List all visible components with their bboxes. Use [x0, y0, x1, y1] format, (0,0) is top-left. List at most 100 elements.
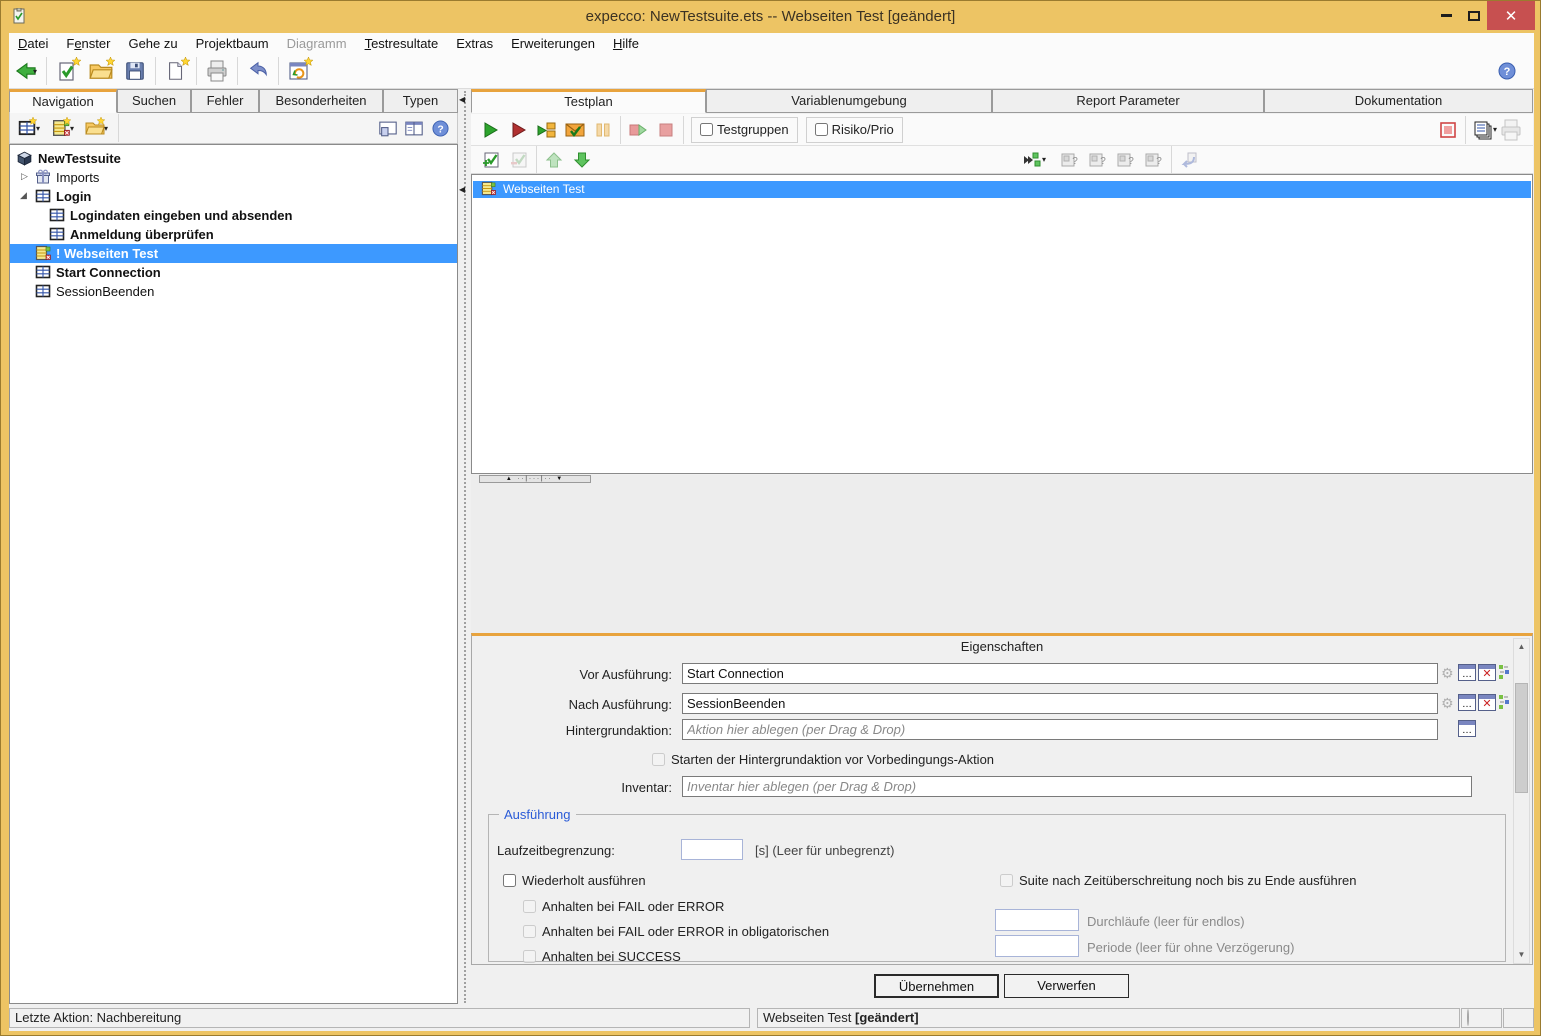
copies-button[interactable] [1469, 117, 1497, 143]
nach-assign-icon[interactable] [1498, 694, 1510, 710]
tab-variablenumgebung[interactable]: Variablenumgebung [706, 89, 992, 113]
undo-button[interactable] [241, 56, 275, 86]
run-with-error-button[interactable] [505, 117, 533, 143]
vor-ausfuehrung-input[interactable] [682, 663, 1438, 684]
hintergrund-browse-button[interactable]: … [1458, 720, 1476, 737]
vor-assign-icon[interactable] [1498, 664, 1510, 680]
tab-testplan[interactable]: Testplan [471, 89, 706, 113]
wiederholt-row[interactable]: Wiederholt ausführen [503, 873, 646, 888]
reload-view-button[interactable] [282, 56, 316, 86]
run-button[interactable] [477, 117, 505, 143]
help-button[interactable] [1490, 56, 1524, 86]
back-button[interactable]: ▾ [9, 56, 43, 86]
menu-hilfe[interactable]: Hilfe [604, 33, 648, 54]
maximize-button[interactable] [1461, 1, 1487, 30]
vor-browse-button[interactable]: … [1458, 664, 1476, 681]
back-dropdown-icon[interactable]: ▾ [33, 67, 37, 76]
properties-scrollbar[interactable]: ▲ ▼ [1513, 638, 1530, 964]
project-tree: NewTestsuite ▷ Imports ◢ Login Logindate… [9, 144, 458, 1004]
collapse-left-icon[interactable]: ◀ [459, 95, 465, 104]
inventar-input[interactable] [682, 776, 1472, 797]
tree-item-imports[interactable]: ▷ Imports [10, 168, 457, 187]
collapse-left-icon[interactable]: ◀ [459, 185, 465, 194]
new-document-button[interactable] [159, 56, 193, 86]
menu-extras[interactable]: Extras [447, 33, 502, 54]
menu-projektbaum[interactable]: Projektbaum [187, 33, 278, 54]
testplan-item-webseiten-test[interactable]: Webseiten Test [473, 181, 1531, 198]
move-down-button[interactable] [568, 147, 596, 173]
tab-typen[interactable]: Typen [383, 89, 458, 113]
save-button[interactable] [118, 56, 152, 86]
panel-splitter[interactable]: ◀ ◀ [458, 89, 471, 1005]
navigation-help-button[interactable] [427, 116, 453, 140]
new-testplan-button[interactable] [14, 116, 40, 140]
gear-icon: ⚙ [1441, 695, 1454, 712]
detach-view-button[interactable] [375, 116, 401, 140]
split-view-icon [404, 120, 424, 137]
detail-empty-area [471, 483, 1533, 633]
minimize-button[interactable] [1431, 1, 1461, 30]
testgruppen-toggle[interactable]: Testgruppen [691, 117, 798, 143]
vor-clear-button[interactable]: ✕ [1478, 664, 1496, 681]
stop-all-button [1434, 117, 1462, 143]
new-folder-button[interactable] [82, 116, 108, 140]
tree-item-login[interactable]: ◢ Login [10, 187, 457, 206]
wiederholt-checkbox[interactable] [503, 874, 516, 887]
run-list-button[interactable] [533, 117, 561, 143]
testplan-splitter[interactable]: ▲ ··|···|·· ▼ [471, 475, 1533, 483]
splitter-handle[interactable]: ▲ ··|···|·· ▼ [479, 475, 591, 483]
menu-erweiterungen[interactable]: Erweiterungen [502, 33, 604, 54]
tree-item-webseiten-test[interactable]: ! Webseiten Test [10, 244, 457, 263]
verify-document-button[interactable] [50, 56, 84, 86]
run-report-button[interactable] [561, 117, 589, 143]
ausfuehrung-groupbox: Ausführung Laufzeitbegrenzung: [s] (Leer… [488, 814, 1506, 962]
nach-ausfuehrung-input[interactable] [682, 693, 1438, 714]
tab-report-parameter[interactable]: Report Parameter [992, 89, 1264, 113]
testcase-icon [49, 207, 65, 223]
run-until-button[interactable] [1018, 147, 1046, 173]
check-add-button[interactable] [477, 147, 505, 173]
risiko-toggle[interactable]: Risiko/Prio [806, 117, 903, 143]
menu-testresultate[interactable]: Testresultate [356, 33, 448, 54]
expander-expanded-icon[interactable]: ◢ [20, 190, 27, 201]
print-button[interactable] [200, 56, 234, 86]
pause-button [589, 117, 617, 143]
periode-input[interactable] [995, 935, 1079, 957]
status-extra [1503, 1008, 1534, 1028]
discard-button[interactable]: Verwerfen [1004, 974, 1129, 998]
menu-fenster[interactable]: Fenster [57, 33, 119, 54]
tree-item-newtestsuite[interactable]: NewTestsuite [10, 149, 457, 168]
ausfuehrung-title: Ausführung [499, 807, 576, 822]
risiko-checkbox[interactable] [815, 123, 828, 136]
nach-clear-button[interactable]: ✕ [1478, 694, 1496, 711]
scrollbar-thumb[interactable] [1515, 683, 1528, 793]
scroll-down-icon[interactable]: ▼ [1514, 947, 1529, 963]
anhalten-fail-oblig-checkbox [523, 925, 536, 938]
new-action-button[interactable] [48, 116, 74, 140]
menu-gehe-zu[interactable]: Gehe zu [119, 33, 186, 54]
query-result-button-2 [1084, 147, 1112, 173]
testgruppen-checkbox[interactable] [700, 123, 713, 136]
tab-fehler[interactable]: Fehler [191, 89, 259, 113]
tab-navigation[interactable]: Navigation [9, 89, 117, 113]
laufzeit-input[interactable] [681, 839, 743, 860]
scroll-up-icon[interactable]: ▲ [1514, 639, 1529, 655]
open-button[interactable] [84, 56, 118, 86]
tree-item-sessionbeenden[interactable]: SessionBeenden [10, 282, 457, 301]
close-button[interactable]: ✕ [1487, 1, 1535, 30]
split-view-button[interactable] [401, 116, 427, 140]
tab-dokumentation[interactable]: Dokumentation [1264, 89, 1533, 113]
tree-item-start-connection[interactable]: Start Connection [10, 263, 457, 282]
tree-item-anmeldung[interactable]: Anmeldung überprüfen [10, 225, 457, 244]
hintergrundaktion-input[interactable] [682, 719, 1438, 740]
star-icon [29, 117, 37, 125]
durchlaeufe-input[interactable] [995, 909, 1079, 931]
expander-collapsed-icon[interactable]: ▷ [21, 171, 28, 182]
tab-suchen[interactable]: Suchen [117, 89, 191, 113]
menu-datei[interactable]: Datei [9, 33, 57, 54]
nach-browse-button[interactable]: … [1458, 694, 1476, 711]
run-report-icon [565, 122, 585, 138]
tab-besonderheiten[interactable]: Besonderheiten [259, 89, 383, 113]
tree-item-logindaten[interactable]: Logindaten eingeben und absenden [10, 206, 457, 225]
apply-button[interactable]: Übernehmen [874, 974, 999, 998]
